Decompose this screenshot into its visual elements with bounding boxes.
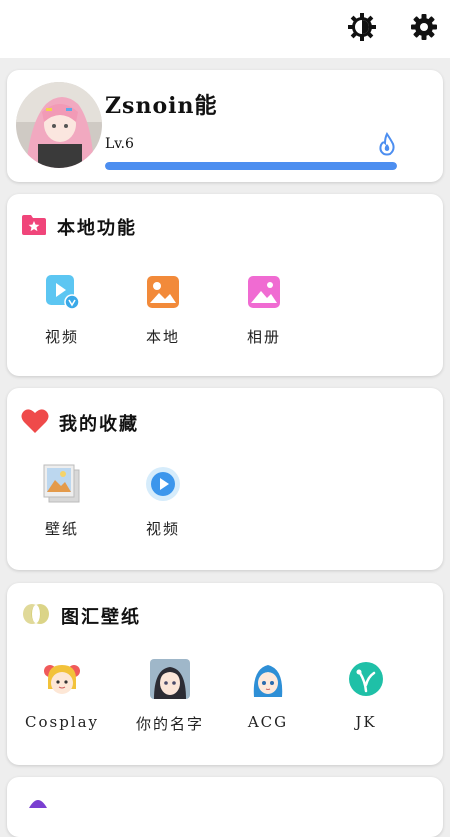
section-header: 本地功能 bbox=[21, 214, 137, 240]
tile-label: 相册 bbox=[246, 328, 281, 346]
favorites-card: 我的收藏 壁纸 视频 bbox=[7, 388, 443, 570]
tile-label: 你的名字 bbox=[135, 715, 204, 733]
section-header: 图汇壁纸 bbox=[21, 603, 141, 629]
jk-icon bbox=[346, 659, 386, 699]
tile-label: 本地 bbox=[145, 328, 180, 346]
tile-label: 视频 bbox=[145, 520, 180, 538]
level-label: Lv.6 bbox=[105, 136, 134, 152]
album-icon bbox=[244, 272, 284, 312]
username: Zsnoin能 bbox=[105, 93, 218, 119]
tile-jk[interactable]: JK bbox=[321, 659, 411, 731]
section-header: 我的收藏 bbox=[21, 408, 139, 438]
section-title: 我的收藏 bbox=[59, 414, 139, 435]
wallpaper-collection-card: 图汇壁纸 Cosplay 你的名字 ACG JK bbox=[7, 583, 443, 765]
image-icon bbox=[143, 272, 183, 312]
tile-your-name[interactable]: 你的名字 bbox=[125, 659, 215, 734]
tile-label: Cosplay bbox=[24, 713, 100, 731]
tile-cosplay[interactable]: Cosplay bbox=[17, 659, 107, 731]
tile-local-video[interactable]: 视频 bbox=[17, 272, 107, 347]
settings-gear-icon[interactable] bbox=[408, 11, 440, 43]
section-title: 本地功能 bbox=[57, 218, 137, 239]
tile-album[interactable]: 相册 bbox=[219, 272, 309, 347]
tile-label: 壁纸 bbox=[44, 520, 79, 538]
play-video-icon bbox=[143, 464, 183, 504]
tile-acg[interactable]: ACG bbox=[223, 659, 313, 731]
tile-favorite-video[interactable]: 视频 bbox=[118, 464, 208, 539]
top-bar bbox=[0, 0, 450, 58]
wallpaper-icon bbox=[42, 464, 82, 504]
folder-star-icon bbox=[21, 214, 47, 240]
purple-section-icon bbox=[27, 793, 49, 812]
tile-label: JK bbox=[355, 713, 377, 731]
section-title: 图汇壁纸 bbox=[61, 607, 141, 628]
rings-icon bbox=[21, 603, 51, 629]
tile-local-images[interactable]: 本地 bbox=[118, 272, 208, 347]
tile-label: 视频 bbox=[44, 328, 79, 346]
next-section-card bbox=[7, 777, 443, 837]
flame-icon bbox=[377, 132, 397, 160]
video-file-icon bbox=[42, 272, 82, 312]
theme-toggle-icon[interactable] bbox=[346, 11, 378, 43]
acg-avatar-icon bbox=[248, 659, 288, 699]
heart-icon bbox=[21, 408, 49, 438]
tile-favorite-wallpaper[interactable]: 壁纸 bbox=[17, 464, 107, 539]
level-progress-bar bbox=[105, 162, 397, 170]
avatar[interactable] bbox=[16, 82, 102, 168]
profile-card[interactable]: Zsnoin能 Lv.6 bbox=[7, 70, 443, 182]
level-progress-fill bbox=[105, 162, 397, 170]
local-functions-card: 本地功能 视频 本地 相册 bbox=[7, 194, 443, 376]
tile-label: ACG bbox=[247, 713, 289, 731]
cosplay-avatar-icon bbox=[42, 659, 82, 699]
your-name-avatar-icon bbox=[150, 659, 190, 699]
